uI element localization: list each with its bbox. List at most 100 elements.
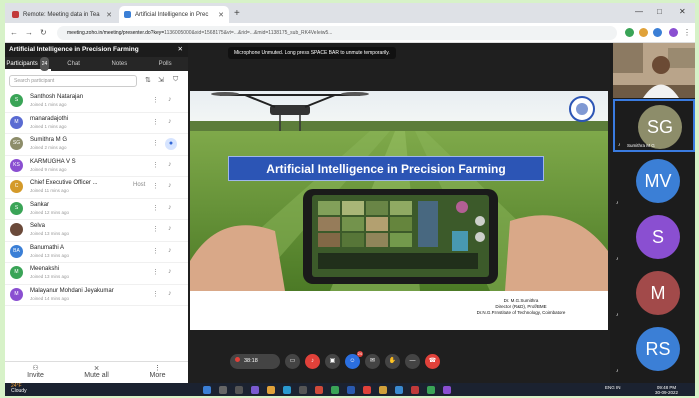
participant-video-tile[interactable]: RS ♪ <box>613 323 695 376</box>
microphone-button[interactable]: ♪ <box>305 353 320 369</box>
participant-more-icon[interactable]: ⋮ <box>152 182 159 190</box>
browser-menu-icon[interactable]: ⋮ <box>683 28 691 37</box>
sort-icon[interactable]: ⇅ <box>145 76 151 84</box>
filter-icon[interactable]: ⛉ <box>173 76 178 84</box>
mute-all-button[interactable]: ⨯ Mute all <box>66 362 127 383</box>
new-tab-button[interactable]: + <box>234 8 240 19</box>
store-icon[interactable] <box>299 386 307 394</box>
tab-remote-meeting[interactable]: Remote: Meeting data in Tea ✕ <box>7 6 117 23</box>
participant-video-tile[interactable]: M ♪ <box>613 267 695 320</box>
participant-more-icon[interactable]: ⋮ <box>152 96 159 104</box>
participant-more-icon[interactable]: ⋮ <box>152 247 159 255</box>
office-icon[interactable] <box>315 386 323 394</box>
more-label: More <box>149 372 166 379</box>
panel-footer: ⚇ Invite ⨯ Mute all ⋮ More <box>5 361 188 383</box>
close-panel-icon[interactable]: ✕ <box>178 43 183 57</box>
chrome-icon[interactable] <box>363 386 371 394</box>
participant-more-icon[interactable]: ⋮ <box>152 290 159 298</box>
more-button[interactable]: ⋮ More <box>127 362 188 383</box>
tab-notes[interactable]: Notes <box>97 57 143 71</box>
profile-avatar[interactable] <box>669 28 678 37</box>
tab-chat[interactable]: Chat <box>51 57 97 71</box>
camera-button[interactable]: ▭ <box>285 353 300 369</box>
file-explorer-icon[interactable] <box>267 386 275 394</box>
participant-mic-icon[interactable]: ♪ <box>168 118 172 125</box>
participant-mic-icon[interactable]: ● <box>165 138 177 150</box>
forward-icon[interactable]: → <box>25 28 33 37</box>
app-icon[interactable] <box>427 386 435 394</box>
windows-start-icon[interactable] <box>203 386 211 394</box>
slide-credit: Dr. M.G.Sumithra Director (R&D), Prof/BM… <box>438 298 604 316</box>
clock[interactable]: 09:48 PM 30-09-2022 <box>655 385 678 395</box>
close-window-button[interactable]: ✕ <box>679 7 686 16</box>
extension-icon[interactable] <box>639 28 648 37</box>
participant-more-icon[interactable]: ⋮ <box>152 139 159 147</box>
participant-more-icon[interactable]: ⋮ <box>152 268 159 276</box>
app-icon[interactable] <box>379 386 387 394</box>
participant-mic-icon[interactable]: ♪ <box>168 182 172 189</box>
invite-button[interactable]: ⚇ Invite <box>5 362 66 383</box>
close-tab-icon[interactable]: ✕ <box>102 11 112 19</box>
language-indicator[interactable]: ENG IN <box>605 385 621 390</box>
word-icon[interactable] <box>347 386 355 394</box>
raise-hand-button[interactable]: ✋ <box>385 353 400 369</box>
participant-more-icon[interactable]: ⋮ <box>152 161 159 169</box>
participant-mic-icon[interactable]: ♪ <box>168 96 172 103</box>
participant-row[interactable]: C Chief Executive Officer ... Joined 11 mi… <box>5 177 188 199</box>
participants-button[interactable]: ☺ 24 <box>345 350 363 369</box>
participant-mic-icon[interactable]: ♪ <box>168 161 172 168</box>
participant-name: Chief Executive Officer ... <box>30 180 98 186</box>
participant-more-icon[interactable]: ⋮ <box>152 225 159 233</box>
presenter-camera-view[interactable] <box>613 43 695 98</box>
chat-button[interactable]: ✉ <box>365 353 380 369</box>
participant-more-icon[interactable]: ⋮ <box>152 204 159 212</box>
excel-icon[interactable] <box>331 386 339 394</box>
close-tab-icon[interactable]: ✕ <box>214 11 224 19</box>
task-view-icon[interactable] <box>235 386 243 394</box>
more-options-button[interactable]: — <box>405 353 420 369</box>
participant-video-tile[interactable]: S ♪ <box>613 211 695 264</box>
end-call-button[interactable]: ☎ <box>425 353 440 369</box>
teams-icon[interactable] <box>251 386 259 394</box>
app-icon[interactable] <box>395 386 403 394</box>
screen-share-button[interactable]: ▣ <box>325 353 340 369</box>
tab-polls[interactable]: Polls <box>142 57 188 71</box>
participant-video-tile[interactable]: MV ♪ <box>613 155 695 208</box>
participant-row[interactable]: SG Sumithra M G Joined 2 mins ago ⋮ ● <box>5 134 188 156</box>
weather-widget[interactable]: 24°F Cloudy <box>11 384 27 394</box>
participant-row[interactable]: S Santhosh Natarajan Joined 1 mins ago ⋮ ♪ <box>5 91 188 113</box>
tab-participants[interactable]: Participants 24 <box>5 57 51 71</box>
search-participant-input[interactable]: Search participant <box>9 75 137 87</box>
app-icon[interactable] <box>443 386 451 394</box>
extension-icon[interactable] <box>653 28 662 37</box>
participant-row[interactable]: Mmanaradajothi Joined 1 mins ago ⋮ ♪ <box>5 113 188 134</box>
recording-indicator[interactable]: 38:18 <box>230 353 280 369</box>
tab-label: Remote: Meeting data in Tea <box>23 11 100 18</box>
minimize-button[interactable]: — <box>635 7 643 16</box>
participant-more-icon[interactable]: ⋮ <box>152 118 159 126</box>
reload-icon[interactable]: ↻ <box>40 28 47 37</box>
edge-icon[interactable] <box>283 386 291 394</box>
search-row: Search participant ⇅ ⇲ ⛉ <box>5 71 188 91</box>
maximize-button[interactable]: □ <box>657 7 662 16</box>
extension-icon[interactable] <box>625 28 634 37</box>
participant-row[interactable]: KS KARMUGHA V S Joined 9 mins ago ⋮ ♪ <box>5 156 188 177</box>
participant-row[interactable]: M Malayanur Mohdani Jeyakumar Joined 14 mi… <box>5 285 188 306</box>
participant-row[interactable]: BA Banumathi A Joined 13 mins ago ⋮ ♪ <box>5 242 188 263</box>
participant-video-tile[interactable]: SG ♪ Sumithra M G <box>613 99 695 152</box>
participant-row[interactable]: Selva Joined 13 mins ago ⋮ ♪ <box>5 220 188 242</box>
participant-mic-icon[interactable]: ♪ <box>168 290 172 297</box>
back-icon[interactable]: ← <box>10 28 18 37</box>
search-icon[interactable] <box>219 386 227 394</box>
url-field[interactable]: meeting.zoho.in/meeting/presenter.do?key… <box>57 26 617 40</box>
participant-mic-icon[interactable]: ♪ <box>168 247 172 254</box>
tab-ai-precision-farming[interactable]: Artificial Intelligence in Prec ✕ <box>119 6 229 23</box>
app-icon[interactable] <box>411 386 419 394</box>
video-camera-icon: ▭ <box>289 357 296 364</box>
participant-mic-icon[interactable]: ♪ <box>168 225 172 232</box>
participant-row[interactable]: M Meenakshi Joined 13 mins ago ⋮ ♪ <box>5 263 188 285</box>
participant-mic-icon[interactable]: ♪ <box>168 268 172 275</box>
participant-row[interactable]: S Sankar Joined 12 mins ago ⋮ ♪ <box>5 199 188 220</box>
export-icon[interactable]: ⇲ <box>158 76 164 84</box>
participant-mic-icon[interactable]: ♪ <box>168 204 172 211</box>
